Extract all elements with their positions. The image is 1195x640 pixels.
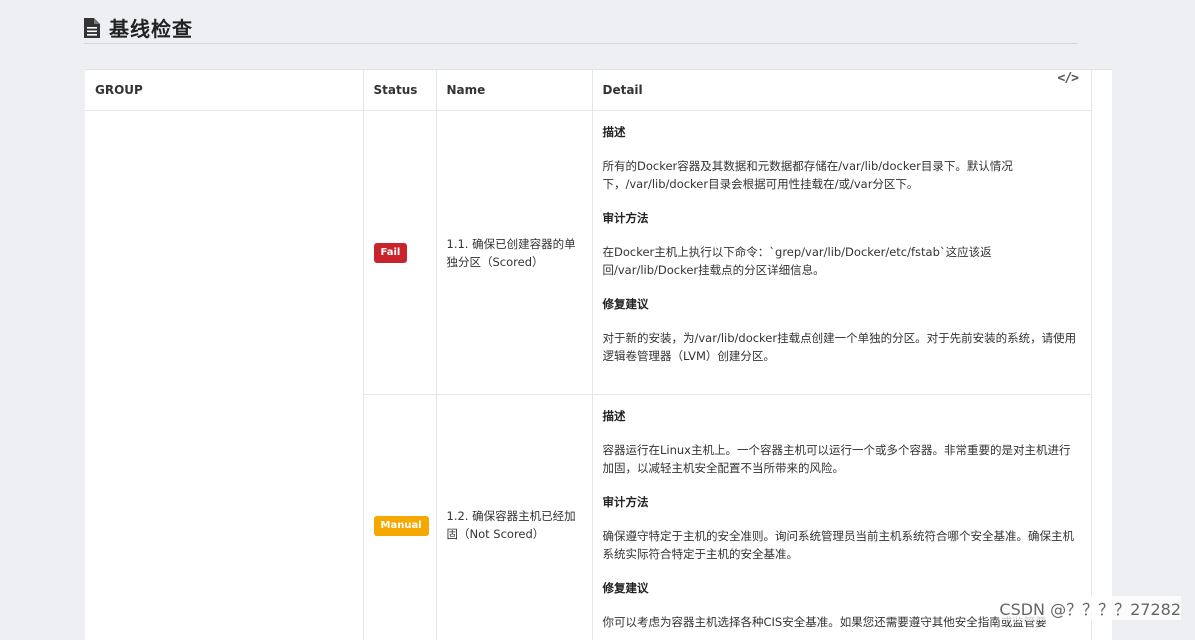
status-badge-fail: Fail [374,243,408,263]
column-header-group[interactable]: GROUP [85,70,363,111]
page-header: 基线检查 [84,12,1078,44]
group-cell [85,111,363,640]
description-text: 所有的Docker容器及其数据和元数据都存储在/var/lib/docker目录… [603,157,1082,193]
table-row: Fail 1.1. 确保已创建容器的单独分区（Scored） 描述 所有的Doc… [85,111,1092,395]
audit-heading: 审计方法 [603,209,1082,227]
description-text: 容器运行在Linux主机上。一个容器主机可以运行一个或多个容器。非常重要的是对主… [603,441,1082,477]
remediation-heading: 修复建议 [603,295,1082,313]
column-header-detail[interactable]: Detail [592,70,1092,111]
code-view-icon[interactable]: </> [1058,71,1078,86]
baseline-table: GROUP Status Name Detail Fail 1.1. 确保已创建… [85,70,1093,640]
audit-text: 在Docker主机上执行以下命令：`grep/var/lib/Docker/et… [603,243,1082,279]
remediation-text: 对于新的安装，为/var/lib/docker挂载点创建一个单独的分区。对于先前… [603,329,1082,365]
status-badge-manual: Manual [374,516,429,536]
baseline-table-container: </> GROUP Status Name Detail Fail 1.1. 确… [85,69,1112,640]
check-name: 1.2. 确保容器主机已经加固（Not Scored） [436,395,592,640]
remediation-heading: 修复建议 [603,579,1082,597]
detail-cell: 描述 所有的Docker容器及其数据和元数据都存储在/var/lib/docke… [592,111,1092,395]
page-title: 基线检查 [109,13,193,42]
audit-text: 确保遵守特定于主机的安全准则。询问系统管理员当前主机系统符合哪个安全基准。确保主… [603,527,1082,563]
column-header-status[interactable]: Status [363,70,436,111]
description-heading: 描述 [603,123,1082,141]
table-right-edge [1091,70,1112,640]
column-header-name[interactable]: Name [436,70,592,111]
audit-heading: 审计方法 [603,493,1082,511]
watermark: CSDN @？？？？27282 [999,596,1181,620]
check-name: 1.1. 确保已创建容器的单独分区（Scored） [436,111,592,395]
status-cell: Manual [363,395,436,640]
document-icon [84,18,100,38]
status-cell: Fail [363,111,436,395]
table-header-row: GROUP Status Name Detail [85,70,1092,111]
description-heading: 描述 [603,407,1082,425]
